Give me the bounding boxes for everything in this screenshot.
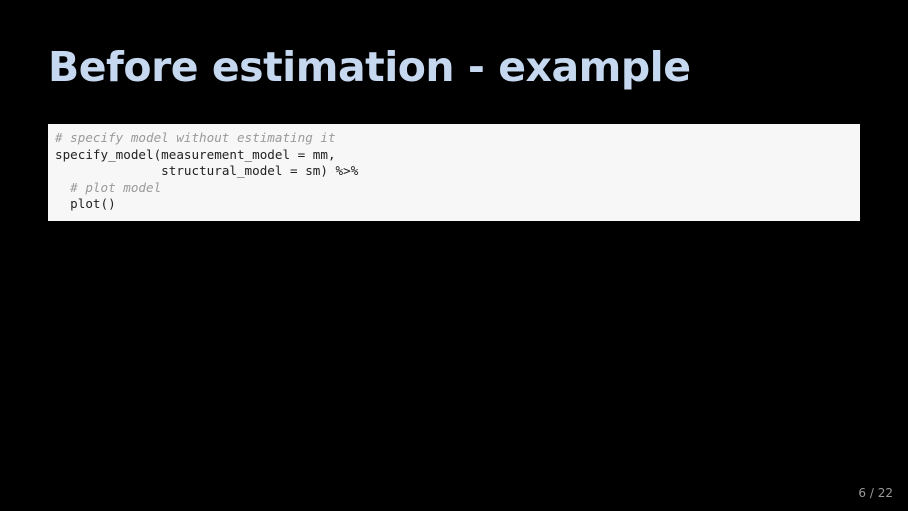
code-comment: # specify model without estimating it [55, 130, 336, 145]
code-line: structural_model = sm) %>% [55, 163, 853, 180]
code-line: # plot model [55, 180, 853, 197]
slide: Before estimation - example # specify mo… [0, 0, 908, 511]
code-line: # specify model without estimating it [55, 130, 853, 147]
code-line: plot() [55, 196, 853, 213]
code-text: structural_model = sm) %>% [161, 163, 359, 178]
code-block: # specify model without estimating it sp… [48, 124, 860, 221]
code-comment: # plot model [70, 179, 162, 195]
code-text: plot() [70, 196, 116, 211]
code-line: specify_model(measurement_model = mm, [55, 147, 853, 164]
slide-number: 6 / 22 [858, 486, 893, 500]
slide-title: Before estimation - example [48, 43, 691, 91]
code-text: specify_model(measurement_model = mm, [55, 146, 336, 162]
